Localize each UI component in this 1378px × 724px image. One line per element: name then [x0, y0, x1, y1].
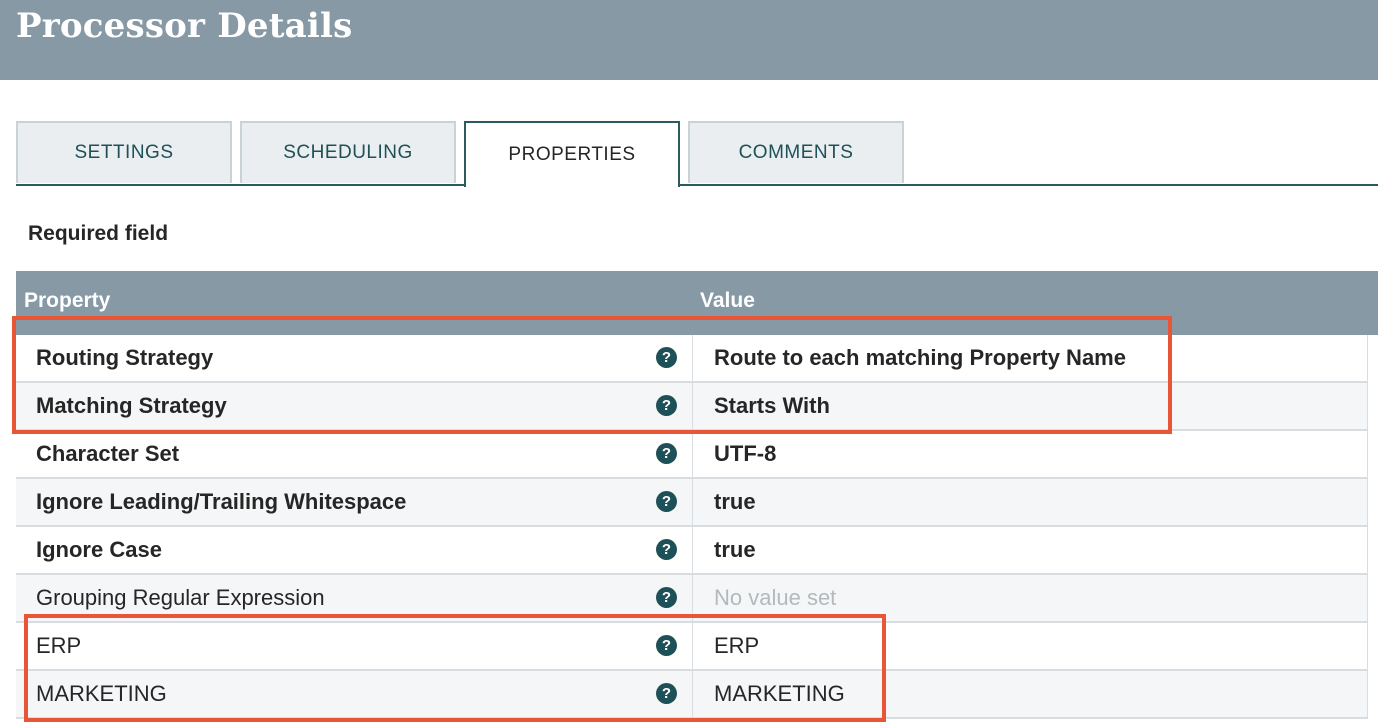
- property-name: Character Set: [36, 441, 180, 466]
- property-name: Ignore Leading/Trailing Whitespace: [36, 489, 407, 514]
- column-divider: [692, 335, 693, 381]
- tab-properties[interactable]: PROPERTIES: [464, 121, 680, 187]
- help-icon[interactable]: ?: [656, 539, 677, 560]
- required-field-legend: Required field: [28, 222, 169, 245]
- property-name: Matching Strategy: [36, 393, 227, 418]
- tab-comments[interactable]: COMMENTS: [688, 121, 904, 183]
- property-value[interactable]: Starts With: [714, 393, 830, 419]
- help-icon[interactable]: ?: [656, 683, 677, 704]
- help-icon[interactable]: ?: [656, 491, 677, 512]
- column-header-property[interactable]: Property: [24, 289, 110, 313]
- property-value[interactable]: ERP: [714, 633, 759, 659]
- property-value[interactable]: true: [714, 537, 756, 563]
- dialog-title: Processor Details: [16, 6, 353, 46]
- property-value[interactable]: UTF-8: [714, 441, 776, 467]
- table-row[interactable]: Character Set ? UTF-8: [16, 431, 1368, 479]
- property-value[interactable]: true: [714, 489, 756, 515]
- tab-settings[interactable]: SETTINGS: [16, 121, 232, 183]
- help-icon[interactable]: ?: [656, 347, 677, 368]
- column-divider: [692, 527, 693, 573]
- table-header: Property Value: [16, 271, 1378, 335]
- table-row[interactable]: MARKETING ? MARKETING: [16, 671, 1368, 719]
- help-icon[interactable]: ?: [656, 635, 677, 656]
- column-divider: [692, 623, 693, 669]
- table-row[interactable]: ERP ? ERP: [16, 623, 1368, 671]
- dialog-header: Processor Details: [0, 0, 1378, 80]
- table-row[interactable]: Grouping Regular Expression ? No value s…: [16, 575, 1368, 623]
- column-header-value[interactable]: Value: [700, 289, 755, 313]
- properties-table: Property Value Routing Strategy ? Route …: [16, 271, 1378, 719]
- column-divider: [692, 479, 693, 525]
- property-value[interactable]: No value set: [714, 585, 836, 611]
- property-name: ERP: [36, 633, 82, 658]
- property-name: Routing Strategy: [36, 345, 214, 370]
- property-name: Ignore Case: [36, 537, 162, 562]
- table-row[interactable]: Routing Strategy ? Route to each matchin…: [16, 335, 1368, 383]
- column-divider: [692, 383, 693, 429]
- table-row[interactable]: Matching Strategy ? Starts With: [16, 383, 1368, 431]
- property-value[interactable]: Route to each matching Property Name: [714, 345, 1126, 371]
- help-icon[interactable]: ?: [656, 443, 677, 464]
- property-name: MARKETING: [36, 681, 167, 706]
- help-icon[interactable]: ?: [656, 395, 677, 416]
- property-value[interactable]: MARKETING: [714, 681, 845, 707]
- column-divider: [692, 671, 693, 717]
- column-divider: [692, 431, 693, 477]
- property-name: Grouping Regular Expression: [36, 585, 325, 610]
- tab-scheduling[interactable]: SCHEDULING: [240, 121, 456, 183]
- table-row[interactable]: Ignore Leading/Trailing Whitespace ? tru…: [16, 479, 1368, 527]
- tabs-underline: [16, 184, 1378, 186]
- help-icon[interactable]: ?: [656, 587, 677, 608]
- table-row[interactable]: Ignore Case ? true: [16, 527, 1368, 575]
- column-divider: [692, 575, 693, 621]
